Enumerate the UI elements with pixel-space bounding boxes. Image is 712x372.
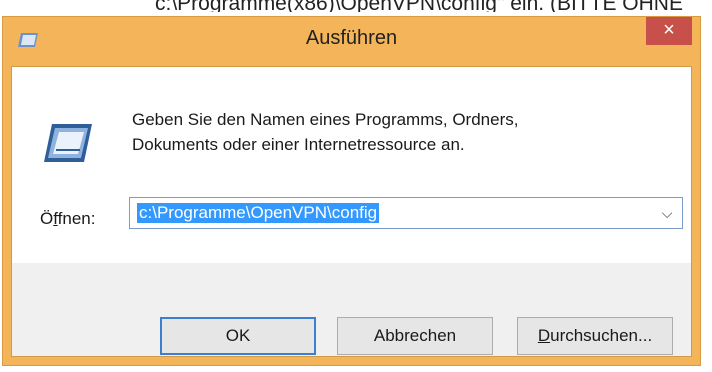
browse-label: urchsuchen... — [550, 326, 653, 345]
browse-accelerator: D — [537, 326, 551, 345]
prompt-text: Geben Sie den Namen eines Programms, Ord… — [132, 107, 652, 157]
dialog-body: Geben Sie den Namen eines Programms, Ord… — [11, 66, 692, 357]
browse-button[interactable]: Durchsuchen... — [517, 317, 673, 355]
title-bar[interactable]: Ausführen × — [3, 17, 700, 67]
run-icon — [44, 124, 92, 162]
open-combobox[interactable]: c:\Programme\OpenVPN\config ⌵ — [129, 197, 683, 229]
open-label: Öffnen: — [40, 209, 95, 229]
chevron-down-icon[interactable]: ⌵ — [658, 204, 676, 222]
open-label-part: Ö — [40, 209, 54, 228]
prompt-line-2: Dokuments oder einer Internetressource a… — [132, 135, 465, 154]
run-dialog: Ausführen × Geben Sie den Namen eines Pr… — [2, 16, 701, 366]
ok-button[interactable]: OK — [160, 317, 316, 355]
background-instruction-text: c:\Programme(x86)\OpenVPN\config" ein. (… — [155, 0, 683, 12]
prompt-line-1: Geben Sie den Namen eines Programms, Ord… — [132, 110, 519, 129]
open-label-part: fnen: — [57, 209, 96, 228]
cancel-button[interactable]: Abbrechen — [337, 317, 493, 355]
window-title: Ausführen — [305, 27, 398, 49]
close-button[interactable]: × — [646, 17, 692, 45]
content-area: Geben Sie den Namen eines Programms, Ord… — [12, 67, 691, 263]
open-input-value[interactable]: c:\Programme\OpenVPN\config — [137, 203, 380, 223]
